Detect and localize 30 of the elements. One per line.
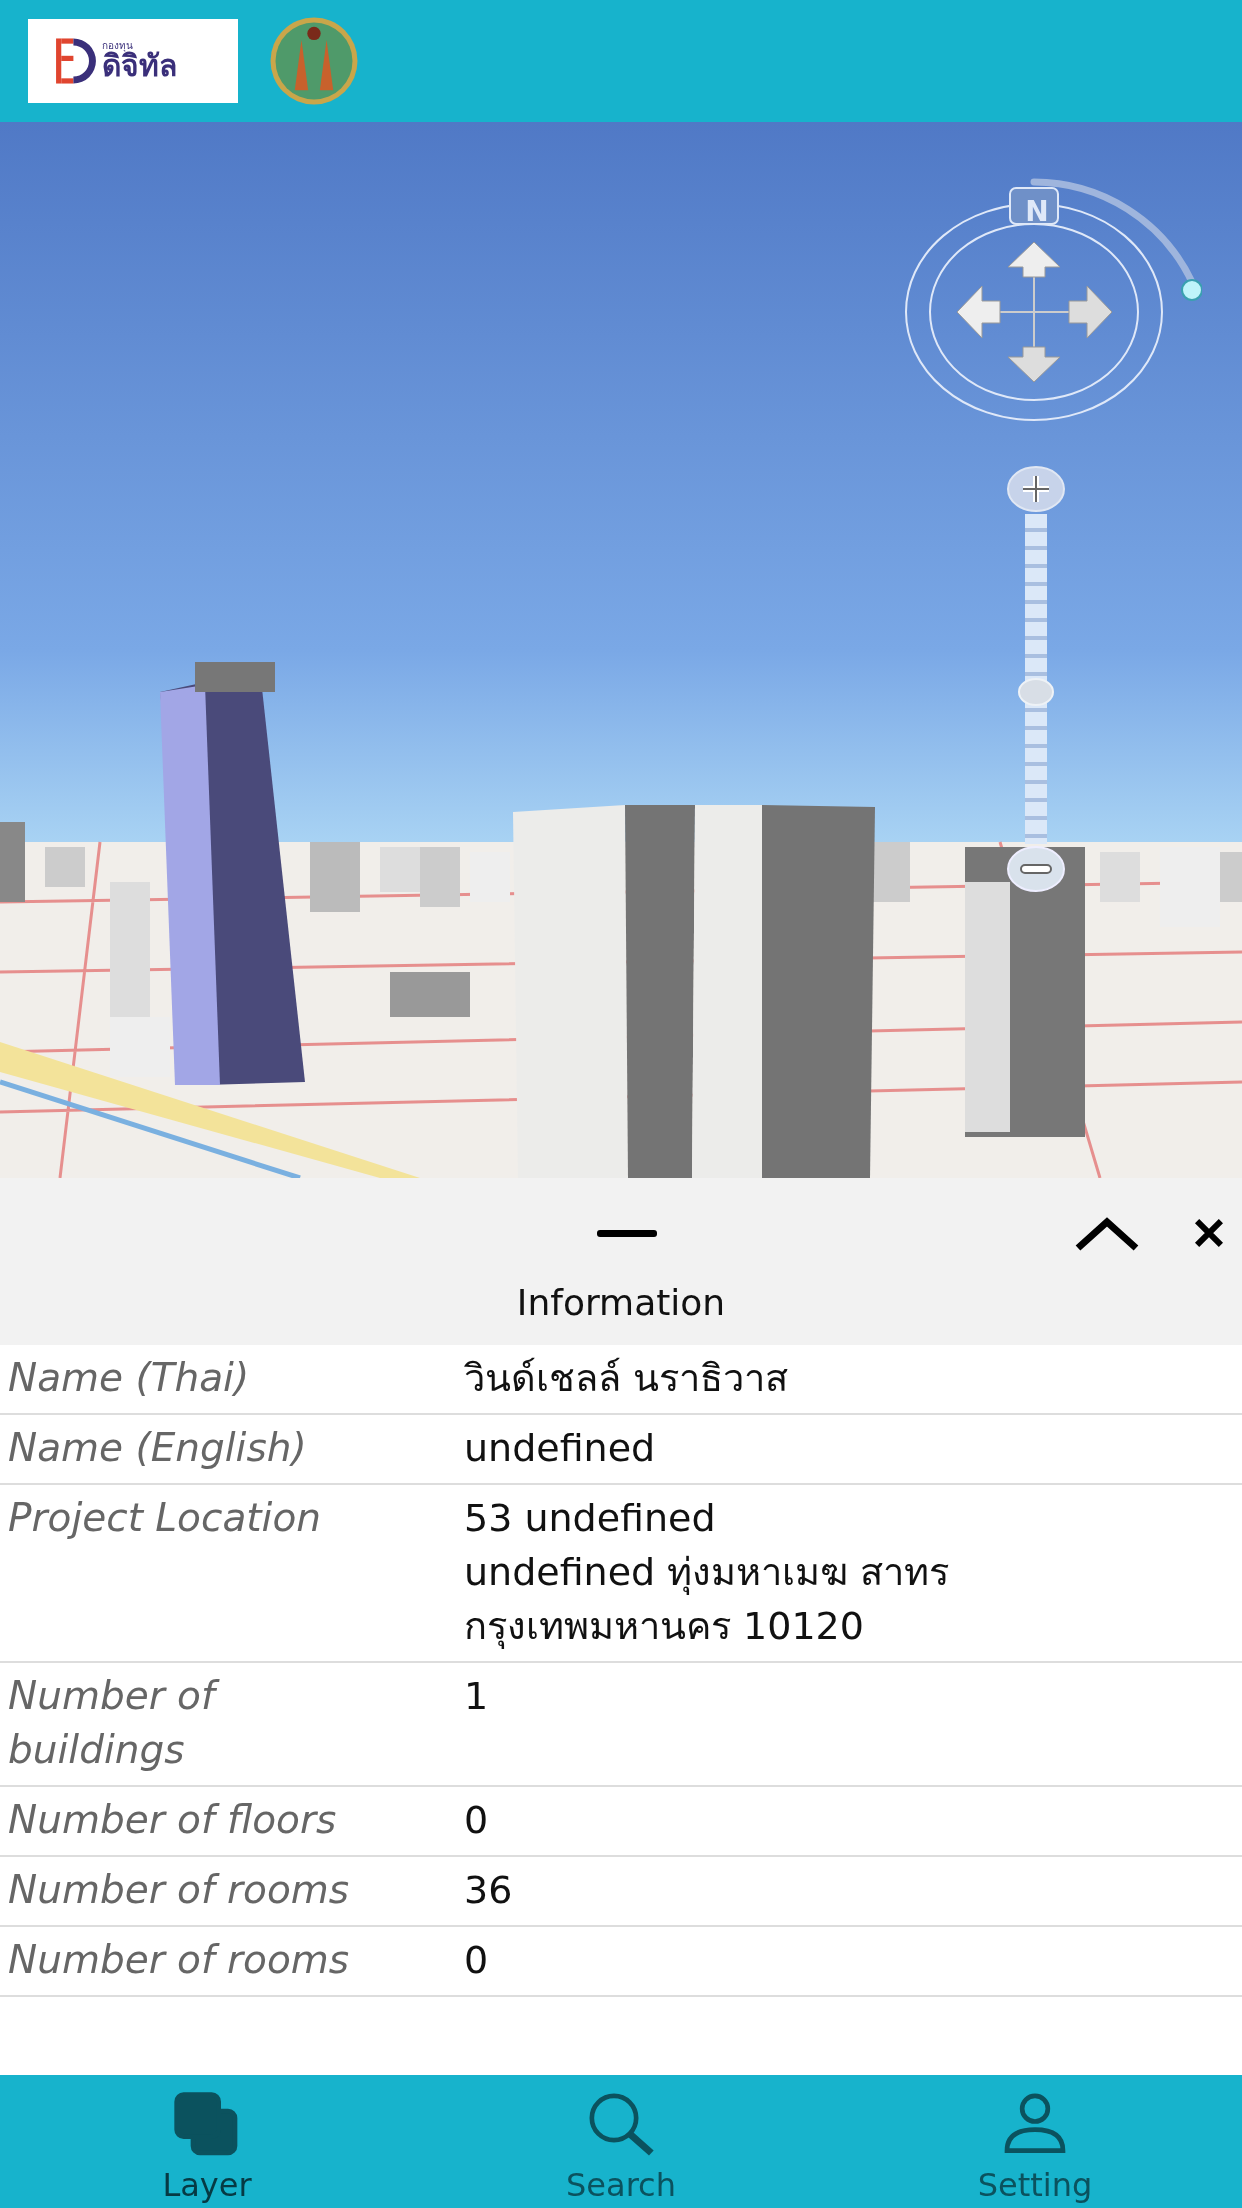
field-label: Project Location bbox=[7, 1494, 322, 1542]
field-value: กรุงเทพมหานคร 10120 bbox=[464, 1603, 865, 1651]
drag-handle[interactable] bbox=[597, 1230, 657, 1237]
field-value: 36 bbox=[464, 1867, 513, 1914]
field-value: undefined ทุ่งมหาเมฆ สาทร bbox=[464, 1549, 950, 1597]
zoom-slider-thumb[interactable] bbox=[1018, 678, 1054, 707]
3d-city-map-drawing[interactable] bbox=[0, 122, 1242, 1178]
logo-wordmark: ดิจิทัล bbox=[102, 51, 177, 81]
field-label: Number of floors bbox=[7, 1796, 338, 1844]
north-label: N bbox=[1024, 196, 1050, 228]
logo-caption: กองทุน bbox=[102, 41, 133, 51]
field-label: Number of rooms bbox=[7, 1866, 351, 1914]
letter-logo-icon bbox=[54, 35, 98, 87]
field-value: undefined bbox=[464, 1425, 656, 1472]
field-label: Name (English) bbox=[7, 1424, 308, 1472]
zoom-out-button[interactable] bbox=[1006, 844, 1066, 894]
field-value: 1 bbox=[464, 1673, 489, 1720]
zoom-in-button[interactable] bbox=[1006, 464, 1066, 514]
field-value: 53 undefined bbox=[464, 1495, 717, 1542]
field-value: 0 bbox=[464, 1797, 489, 1844]
nav-tab[interactable]: Setting bbox=[828, 2075, 1242, 2208]
field-label: Name (Thai) bbox=[7, 1354, 251, 1402]
nav-tab[interactable]: Layer bbox=[0, 2075, 414, 2208]
field-value: วินด์เชลล์ นราธิวาส bbox=[464, 1355, 789, 1402]
nav-tab[interactable]: Search bbox=[414, 2075, 828, 2208]
field-label: Number of buildings bbox=[0, 1669, 440, 1777]
close-icon[interactable] bbox=[1192, 1216, 1226, 1250]
field-value: 0 bbox=[464, 1937, 489, 1984]
panel-title: Information bbox=[516, 1282, 726, 1323]
field-label: Number of rooms bbox=[7, 1936, 351, 1984]
